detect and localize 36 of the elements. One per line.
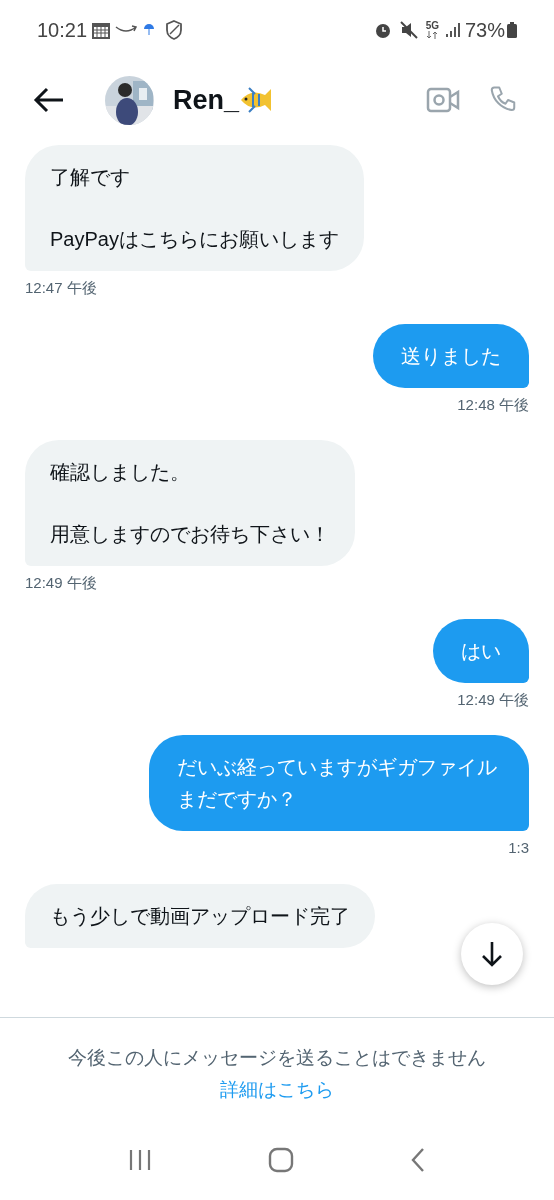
battery-icon bbox=[507, 22, 517, 38]
message-text: 送りました bbox=[401, 343, 501, 369]
message-text: 了解です bbox=[50, 165, 131, 190]
message-time: 12:49 午後 bbox=[25, 573, 97, 593]
notice-text: 今後この人にメッセージを送ることはできません 詳細はこちら bbox=[67, 1046, 487, 1102]
alarm-icon bbox=[373, 21, 392, 39]
fish-icon bbox=[239, 85, 274, 115]
recent-apps-icon[interactable] bbox=[128, 1148, 152, 1172]
message-text: 用意しますのでお待ち下さい！ bbox=[50, 522, 330, 547]
status-time: 10:21 bbox=[37, 18, 88, 43]
video-camera-icon[interactable] bbox=[426, 87, 460, 113]
down-arrow-icon bbox=[481, 941, 503, 967]
message-text: だいぶ経っていますがギガファイルまだですか？ bbox=[177, 755, 498, 812]
battery-percent: 73% bbox=[464, 18, 505, 43]
message-text: 確認しました。 bbox=[50, 460, 191, 485]
message-time: 12:49 午後 bbox=[457, 689, 529, 710]
scroll-down-button[interactable] bbox=[461, 923, 523, 985]
message-text: もう少しで動画アップロード完了 bbox=[50, 903, 350, 929]
shield-icon bbox=[165, 20, 184, 40]
message-text: はい bbox=[461, 638, 501, 664]
data-arrows-icon bbox=[426, 31, 439, 39]
smile-arrow-icon bbox=[115, 25, 138, 35]
message-time: 12:48 午後 bbox=[457, 394, 529, 415]
message-text: PayPayはこちらにお願いします bbox=[50, 227, 339, 252]
mute-icon bbox=[399, 21, 418, 39]
contact-name: Ren_ bbox=[173, 83, 240, 117]
home-icon[interactable] bbox=[268, 1147, 294, 1173]
umbrella-icon bbox=[143, 23, 156, 37]
message-time: 12:47 午後 bbox=[25, 278, 97, 298]
back-arrow-icon[interactable] bbox=[33, 87, 65, 113]
signal-icon bbox=[444, 22, 461, 38]
details-link[interactable]: 詳細はこちら bbox=[220, 1079, 334, 1100]
back-icon[interactable] bbox=[410, 1147, 426, 1173]
message-time: 1:3 bbox=[508, 838, 529, 858]
network-label: 5G bbox=[425, 21, 439, 31]
calendar-icon bbox=[91, 20, 112, 40]
